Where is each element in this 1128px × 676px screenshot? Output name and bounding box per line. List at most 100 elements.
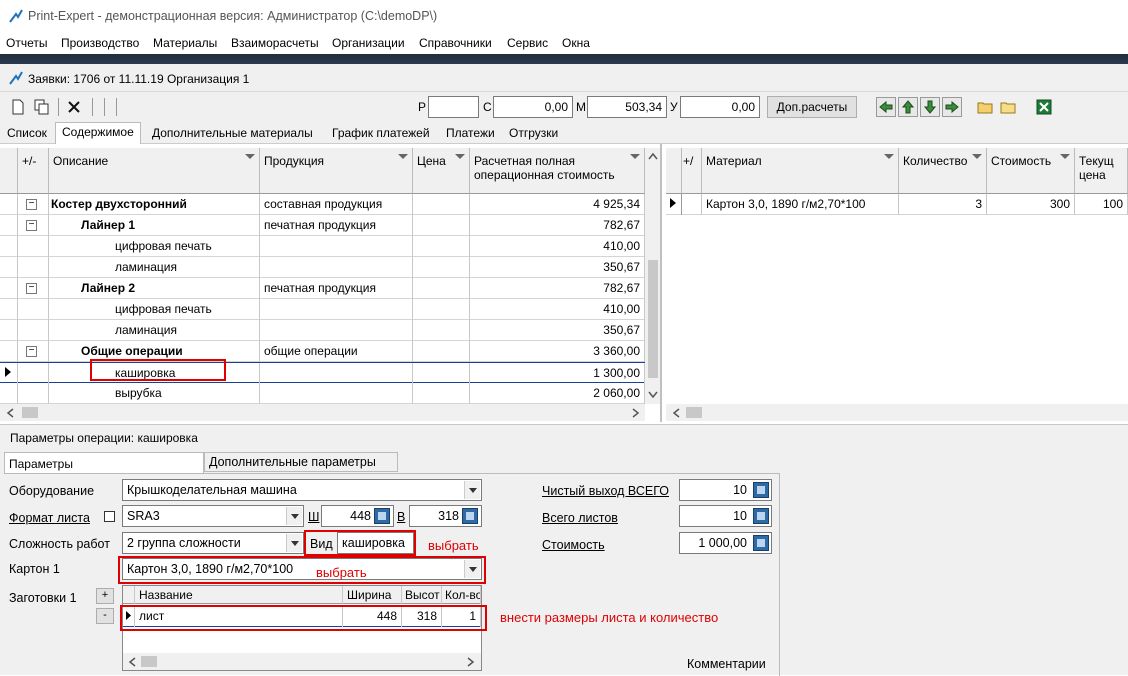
remove-blank-button[interactable]: -: [96, 608, 114, 624]
sheet-format-label[interactable]: Формат листа: [9, 511, 90, 525]
tab-contents[interactable]: Содержимое: [55, 122, 141, 144]
sheet-format-combo[interactable]: SRA3: [122, 505, 304, 527]
table-row[interactable]: цифровая печать 410,00: [0, 236, 645, 257]
net-output-label[interactable]: Чистый выход ВСЕГО: [542, 484, 669, 498]
price-column-header[interactable]: Цена: [413, 148, 470, 194]
blank-name-header[interactable]: Название: [135, 586, 343, 604]
cost-label[interactable]: Стоимость: [542, 538, 605, 552]
equipment-combo[interactable]: Крышкоделательная машина: [122, 479, 482, 501]
calculator-icon[interactable]: [753, 535, 769, 551]
sort-arrow-icon[interactable]: [884, 154, 894, 159]
scroll-down-icon[interactable]: [648, 390, 658, 398]
expand-column-header[interactable]: +/-: [18, 148, 49, 194]
table-row[interactable]: − Лайнер 1 печатная продукция 782,67: [0, 215, 645, 236]
table-row[interactable]: ламинация 350,67: [0, 257, 645, 278]
tab-payment-schedule[interactable]: График платежей: [326, 124, 436, 144]
scrollbar-thumb[interactable]: [686, 407, 702, 418]
sort-arrow-icon[interactable]: [455, 154, 465, 159]
arrow-down-icon[interactable]: [920, 97, 940, 117]
calculator-icon[interactable]: [753, 508, 769, 524]
tab-params[interactable]: Параметры: [4, 452, 204, 474]
m-field[interactable]: 503,34: [587, 96, 667, 118]
complexity-combo[interactable]: 2 группа сложности: [122, 532, 304, 554]
expand-cell[interactable]: −: [18, 194, 49, 215]
menu-materials[interactable]: Материалы: [153, 36, 217, 50]
horizontal-scrollbar[interactable]: [123, 653, 481, 670]
cost-column-header[interactable]: Расчетная полная операционная стоимость: [470, 148, 645, 194]
quantity-column-header[interactable]: Количество: [899, 148, 987, 194]
extra-calculations-button[interactable]: Доп.расчеты: [767, 96, 857, 118]
c-field[interactable]: 0,00: [493, 96, 573, 118]
horizontal-scrollbar[interactable]: [0, 404, 645, 421]
table-row[interactable]: вырубка 2 060,00: [0, 383, 645, 404]
blank-width-header[interactable]: Ширина: [343, 586, 402, 604]
add-blank-button[interactable]: +: [96, 588, 114, 604]
material-column-header[interactable]: Материал: [702, 148, 899, 194]
tab-list[interactable]: Список: [1, 124, 53, 144]
u-field[interactable]: 0,00: [680, 96, 760, 118]
chevron-down-icon[interactable]: [464, 481, 480, 499]
expand-cell[interactable]: −: [18, 215, 49, 236]
scrollbar-thumb[interactable]: [648, 260, 658, 378]
menu-reports[interactable]: Отчеты: [6, 36, 47, 50]
chevron-down-icon[interactable]: [286, 534, 302, 552]
current-price-column-header[interactable]: Текущ цена: [1075, 148, 1128, 194]
calculator-icon[interactable]: [374, 508, 390, 524]
sheet-format-checkbox[interactable]: [104, 511, 115, 522]
scroll-left-icon[interactable]: [672, 408, 680, 418]
scroll-left-icon[interactable]: [128, 657, 136, 667]
table-row[interactable]: − Костер двухсторонний составная продукция…: [0, 194, 645, 215]
scroll-right-icon[interactable]: [632, 408, 640, 418]
scroll-up-icon[interactable]: [648, 152, 658, 160]
scroll-right-icon[interactable]: [467, 657, 475, 667]
table-row[interactable]: цифровая печать 410,00: [0, 299, 645, 320]
menu-service[interactable]: Сервис: [507, 36, 548, 50]
product-column-header[interactable]: Продукция: [260, 148, 413, 194]
scroll-left-icon[interactable]: [6, 408, 14, 418]
new-document-icon[interactable]: [8, 97, 28, 117]
expand-cell[interactable]: −: [18, 341, 49, 362]
vertical-scrollbar[interactable]: [645, 148, 660, 404]
collapse-icon[interactable]: −: [26, 283, 37, 294]
calculator-icon[interactable]: [753, 482, 769, 498]
tab-payments[interactable]: Платежи: [440, 124, 501, 144]
delete-icon[interactable]: [64, 97, 84, 117]
cost-column-header[interactable]: Стоимость: [987, 148, 1075, 194]
arrow-up-icon[interactable]: [898, 97, 918, 117]
collapse-icon[interactable]: −: [26, 346, 37, 357]
menu-references[interactable]: Справочники: [419, 36, 492, 50]
scrollbar-thumb[interactable]: [22, 407, 38, 418]
table-row[interactable]: − Лайнер 2 печатная продукция 782,67: [0, 278, 645, 299]
menu-organizations[interactable]: Организации: [332, 36, 405, 50]
table-row[interactable]: Картон 3,0, 1890 г/м2,70*100 3 300 100: [666, 194, 1128, 215]
tab-additional-materials[interactable]: Дополнительные материалы: [146, 124, 319, 144]
total-sheets-label[interactable]: Всего листов: [542, 511, 618, 525]
tab-extra-params[interactable]: Дополнительные параметры: [204, 452, 398, 472]
expand-cell[interactable]: −: [18, 278, 49, 299]
collapse-icon[interactable]: −: [26, 220, 37, 231]
tab-shipments[interactable]: Отгрузки: [503, 124, 564, 144]
arrow-left-icon[interactable]: [876, 97, 896, 117]
table-row[interactable]: ламинация 350,67: [0, 320, 645, 341]
chevron-down-icon[interactable]: [286, 507, 302, 525]
arrow-right-icon[interactable]: [942, 97, 962, 117]
open-folder-icon[interactable]: [975, 97, 995, 117]
description-column-header[interactable]: Описание: [49, 148, 260, 194]
sort-arrow-icon[interactable]: [630, 154, 640, 159]
collapse-icon[interactable]: −: [26, 199, 37, 210]
blank-height-header[interactable]: Высот: [402, 586, 442, 604]
menu-windows[interactable]: Окна: [562, 36, 590, 50]
menu-production[interactable]: Производство: [61, 36, 139, 50]
sort-arrow-icon[interactable]: [398, 154, 408, 159]
copy-icon[interactable]: [32, 97, 52, 117]
p-field[interactable]: [428, 96, 479, 118]
expand-column-header[interactable]: +/: [682, 148, 702, 194]
calculator-icon[interactable]: [462, 508, 478, 524]
blank-qty-header[interactable]: Кол-во: [442, 586, 481, 604]
sort-arrow-icon[interactable]: [972, 154, 982, 159]
folder-icon[interactable]: [998, 97, 1018, 117]
menu-settlements[interactable]: Взаиморасчеты: [231, 36, 319, 50]
sort-arrow-icon[interactable]: [245, 154, 255, 159]
horizontal-scrollbar[interactable]: [666, 404, 1128, 421]
sort-arrow-icon[interactable]: [1060, 154, 1070, 159]
